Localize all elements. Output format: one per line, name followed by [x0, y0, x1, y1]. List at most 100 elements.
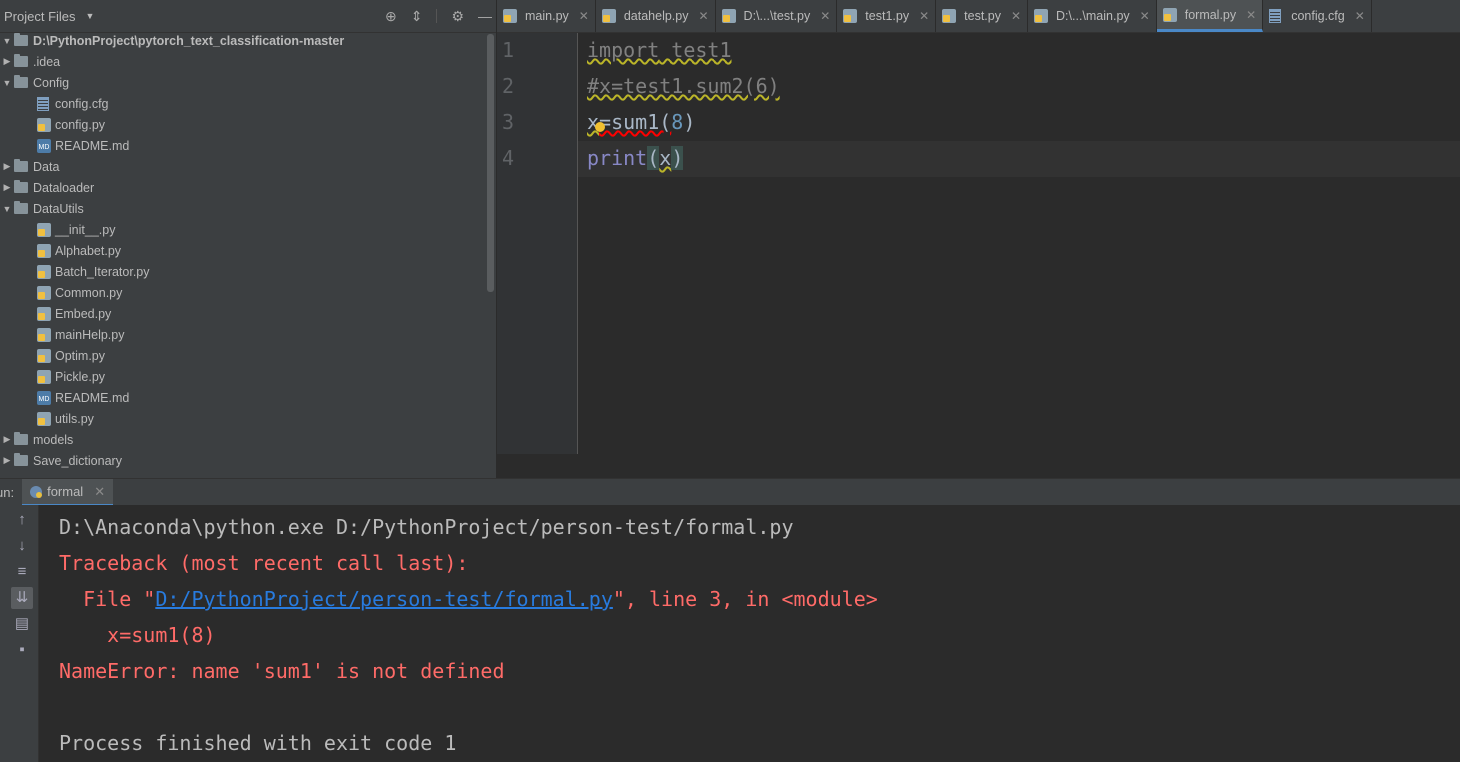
tree-folder[interactable]: ▶ Dataloader — [0, 177, 486, 198]
python-file-icon — [37, 264, 51, 279]
tree-file[interactable]: MD README.md — [0, 135, 486, 156]
console-text: ", line 3, in <module> — [612, 587, 878, 611]
folder-icon — [14, 159, 28, 172]
project-view-selector[interactable]: Project Files — [4, 9, 76, 24]
minimize-icon[interactable]: — — [478, 8, 492, 24]
tree-folder[interactable]: ▶ Data — [0, 156, 486, 177]
expanded-arrow-icon[interactable]: ▼ — [0, 78, 14, 88]
collapse-all-icon[interactable]: ⇕ — [411, 8, 423, 25]
console-code-line: x=sum1(8) — [59, 623, 216, 647]
close-icon[interactable]: ✕ — [1140, 9, 1150, 23]
tree-root[interactable]: ▼ D:\PythonProject\pytorch_text_classifi… — [0, 30, 486, 51]
collapsed-arrow-icon[interactable]: ▶ — [0, 434, 14, 445]
line-number: 3 — [502, 110, 515, 134]
import-keyword: import — [587, 38, 660, 62]
code-comment: #x=test1.sum2(6) — [587, 74, 780, 98]
python-file-icon — [721, 9, 736, 23]
editor-tab[interactable]: config.cfg ✕ — [1263, 0, 1372, 32]
close-icon[interactable]: ✕ — [820, 9, 830, 23]
run-label: un: — [0, 485, 15, 500]
editor-tab[interactable]: formal.py ✕ — [1156, 0, 1264, 32]
tree-item-label: models — [33, 432, 74, 447]
editor-tab[interactable]: test1.py ✕ — [837, 0, 937, 32]
tree-item-label: mainHelp.py — [55, 327, 125, 342]
editor-tabs: main.py ✕ datahelp.py ✕ D:\...\test.py ✕ test1… — [497, 0, 1460, 33]
tree-file[interactable]: Optim.py — [0, 345, 486, 366]
tree-folder[interactable]: ▶ .idea — [0, 51, 486, 72]
project-tree: ▼ D:\PythonProject\pytorch_text_classifi… — [0, 30, 486, 471]
tree-file[interactable]: Embed.py — [0, 303, 486, 324]
editor-tab[interactable]: D:\...\test.py ✕ — [716, 0, 838, 32]
soft-wrap-icon[interactable]: ≡ — [11, 561, 33, 583]
trash-icon[interactable]: ▪ — [11, 639, 33, 661]
tree-folder[interactable]: ▼ Config — [0, 72, 486, 93]
collapsed-arrow-icon[interactable]: ▶ — [0, 161, 14, 172]
tree-item-label: Alphabet.py — [55, 243, 122, 258]
tree-file[interactable]: Common.py — [0, 282, 486, 303]
config-file-icon — [1269, 9, 1282, 23]
folder-icon — [14, 453, 28, 466]
tree-file[interactable]: config.py — [0, 114, 486, 135]
close-icon[interactable]: ✕ — [698, 9, 708, 23]
close-icon[interactable]: ✕ — [94, 484, 105, 500]
folder-icon — [14, 54, 28, 67]
editor-tab-label: main.py — [525, 9, 569, 23]
tree-folder[interactable]: ▼ DataUtils — [0, 198, 486, 219]
expanded-arrow-icon[interactable]: ▼ — [0, 204, 14, 214]
tree-file[interactable]: config.cfg — [0, 93, 486, 114]
python-file-icon — [1034, 9, 1049, 23]
editor-tab[interactable]: test.py ✕ — [936, 0, 1029, 32]
scroll-to-end-icon[interactable]: ⇊ — [11, 587, 33, 609]
expanded-arrow-icon[interactable]: ▼ — [0, 36, 14, 46]
close-icon[interactable]: ✕ — [1246, 8, 1256, 22]
collapsed-arrow-icon[interactable]: ▶ — [0, 455, 14, 466]
run-console[interactable]: D:\Anaconda\python.exe D:/PythonProject/… — [39, 505, 1460, 762]
locate-icon[interactable]: ⊕ — [385, 8, 397, 25]
tree-item-label: __init__.py — [55, 222, 116, 237]
tree-item-label: Common.py — [55, 285, 123, 300]
tree-file[interactable]: Batch_Iterator.py — [0, 261, 486, 282]
tree-folder[interactable]: ▶ Save_dictionary — [0, 450, 486, 471]
tree-item-label: Pickle.py — [55, 369, 106, 384]
run-tab[interactable]: formal ✕ — [22, 479, 114, 506]
file-link[interactable]: D:/PythonProject/person-test/formal.py — [155, 587, 613, 611]
close-icon[interactable]: ✕ — [919, 9, 929, 23]
line-number-gutter: 1 2 3 4 — [497, 33, 578, 454]
tree-file[interactable]: Pickle.py — [0, 366, 486, 387]
editor-tab[interactable]: main.py ✕ — [497, 0, 596, 32]
close-icon[interactable]: ✕ — [1355, 9, 1365, 23]
tree-file[interactable]: Alphabet.py — [0, 240, 486, 261]
gear-icon[interactable]: ⚙ — [451, 8, 464, 25]
code-line[interactable]: x=sum1(8) — [578, 105, 1460, 141]
line-number: 4 — [502, 146, 515, 170]
tree-file[interactable]: utils.py — [0, 408, 486, 429]
print-icon[interactable]: ▤ — [11, 613, 33, 635]
lightbulb-icon[interactable] — [595, 122, 605, 132]
collapsed-arrow-icon[interactable]: ▶ — [0, 56, 14, 67]
run-tab-label: formal — [47, 484, 84, 499]
code-paren: ( — [647, 146, 660, 170]
console-blank — [59, 689, 1460, 725]
close-icon[interactable]: ✕ — [1011, 9, 1021, 23]
arrow-up-icon[interactable]: ↑ — [11, 509, 33, 531]
collapsed-arrow-icon[interactable]: ▶ — [0, 182, 14, 193]
chevron-down-icon[interactable]: ▼ — [86, 11, 95, 21]
arrow-down-icon[interactable]: ↓ — [11, 535, 33, 557]
tree-file[interactable]: __init__.py — [0, 219, 486, 240]
tree-file[interactable]: mainHelp.py — [0, 324, 486, 345]
tree-file[interactable]: MD README.md — [0, 387, 486, 408]
code-paren: ) — [671, 146, 684, 170]
python-file-icon — [37, 348, 51, 363]
code-line[interactable]: import test1 — [578, 33, 1460, 69]
tree-folder[interactable]: ▶ models — [0, 429, 486, 450]
editor-tab[interactable]: datahelp.py ✕ — [596, 0, 716, 32]
project-scrollbar[interactable] — [487, 34, 494, 292]
code-line[interactable]: #x=test1.sum2(6) — [578, 69, 1460, 105]
close-icon[interactable]: ✕ — [579, 9, 589, 23]
folder-icon — [14, 33, 28, 46]
python-file-icon — [37, 369, 51, 384]
code-editor[interactable]: import test1 #x=test1.sum2(6) x=sum1(8) … — [578, 33, 1460, 454]
code-builtin: print — [587, 146, 648, 170]
code-line-current[interactable]: print(x) — [578, 141, 1460, 177]
editor-tab[interactable]: D:\...\main.py ✕ — [1028, 0, 1157, 32]
